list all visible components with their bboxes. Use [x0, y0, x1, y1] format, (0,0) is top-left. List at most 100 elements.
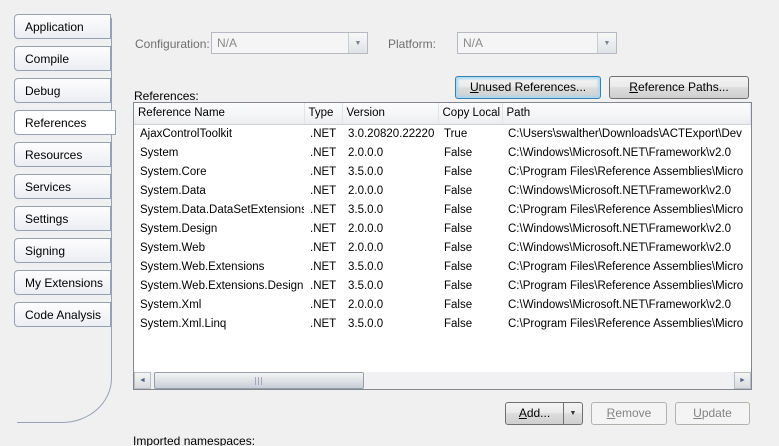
sidebar-tab-debug[interactable]: Debug — [14, 78, 111, 103]
table-cell: False — [438, 314, 502, 333]
table-header-row: Reference Name Type Version Copy Local P… — [134, 103, 751, 124]
reference-paths-button[interactable]: Reference Paths... — [609, 76, 749, 99]
add-dropdown-button[interactable]: ▼ — [564, 402, 583, 425]
table-row[interactable]: System.Web.Extensions.NET3.5.0.0FalseC:\… — [134, 257, 751, 276]
add-button[interactable]: Add... — [505, 402, 564, 425]
remove-button[interactable]: Remove — [591, 402, 667, 425]
column-header-version[interactable]: Version — [342, 103, 438, 124]
table-row[interactable]: System.Web.NET2.0.0.0FalseC:\Windows\Mic… — [134, 238, 751, 257]
configuration-value: N/A — [212, 36, 348, 50]
remove-button-label: Remove — [596, 403, 662, 424]
table-cell: .NET — [304, 295, 342, 314]
table-cell: False — [438, 162, 502, 181]
unused-references-label: Unused References... — [460, 77, 596, 98]
scrollbar-track[interactable] — [151, 372, 734, 389]
column-header-path[interactable]: Path — [502, 103, 751, 124]
table-cell: C:\Windows\Microsoft.NET\Framework\v2.0 — [502, 143, 751, 162]
table-cell: 2.0.0.0 — [342, 143, 438, 162]
column-header-reference-name[interactable]: Reference Name — [134, 103, 304, 124]
table-cell: 2.0.0.0 — [342, 295, 438, 314]
table-row[interactable]: System.Data.DataSetExtensions.NET3.5.0.0… — [134, 200, 751, 219]
table-cell: 3.5.0.0 — [342, 276, 438, 295]
sidebar-tab-services[interactable]: Services — [14, 174, 111, 199]
table-cell: False — [438, 276, 502, 295]
project-properties-window: Application Compile Debug References Resourc… — [0, 0, 779, 446]
add-button-label: Add... — [510, 403, 559, 424]
table-cell: System.Web — [134, 238, 304, 257]
configuration-label: Configuration: — [135, 37, 210, 51]
table-cell: False — [438, 181, 502, 200]
table-cell: .NET — [304, 124, 342, 143]
chevron-down-icon: ▼ — [564, 403, 582, 424]
table-cell: System.Core — [134, 162, 304, 181]
platform-label: Platform: — [388, 37, 436, 51]
table-cell: C:\Windows\Microsoft.NET\Framework\v2.0 — [502, 238, 751, 257]
platform-dropdown[interactable]: N/A ▼ — [457, 32, 617, 54]
chevron-down-icon: ▼ — [597, 33, 616, 53]
scroll-left-button[interactable]: ◄ — [134, 372, 151, 389]
update-button[interactable]: Update — [675, 402, 750, 425]
table-cell: System.Data — [134, 181, 304, 200]
table-cell: 3.5.0.0 — [342, 257, 438, 276]
table-cell: System.Web.Extensions.Design — [134, 276, 304, 295]
table-cell: .NET — [304, 257, 342, 276]
unused-references-button[interactable]: Unused References... — [455, 76, 601, 99]
column-header-copy-local[interactable]: Copy Local — [438, 103, 502, 124]
table-cell: .NET — [304, 314, 342, 333]
sidebar-tab-signing[interactable]: Signing — [14, 238, 111, 263]
table-cell: System.Xml — [134, 295, 304, 314]
sidebar-tab-settings[interactable]: Settings — [14, 206, 111, 231]
table-row[interactable]: System.Design.NET2.0.0.0FalseC:\Windows\… — [134, 219, 751, 238]
table-cell: .NET — [304, 200, 342, 219]
add-button-group: Add... ▼ — [505, 402, 583, 425]
table-cell: 2.0.0.0 — [342, 238, 438, 257]
table-cell: .NET — [304, 238, 342, 257]
imported-namespaces-label: Imported namespaces: — [133, 434, 255, 446]
table-row[interactable]: AjaxControlToolkit.NET3.0.20820.22220Tru… — [134, 124, 751, 143]
scroll-right-button[interactable]: ► — [734, 372, 751, 389]
table-cell: .NET — [304, 143, 342, 162]
sidebar-tab-code-analysis[interactable]: Code Analysis — [14, 302, 111, 327]
table-row[interactable]: System.Core.NET3.5.0.0FalseC:\Program Fi… — [134, 162, 751, 181]
table-cell: 3.5.0.0 — [342, 162, 438, 181]
sidebar-tab-application[interactable]: Application — [14, 14, 111, 39]
table-cell: C:\Program Files\Reference Assemblies\Mi… — [502, 257, 751, 276]
table-cell: .NET — [304, 219, 342, 238]
table-cell: System.Xml.Linq — [134, 314, 304, 333]
table-cell: AjaxControlToolkit — [134, 124, 304, 143]
table-cell: 3.5.0.0 — [342, 200, 438, 219]
table-row[interactable]: System.NET2.0.0.0FalseC:\Windows\Microso… — [134, 143, 751, 162]
sidebar-tab-references[interactable]: References — [14, 110, 116, 135]
horizontal-scrollbar[interactable]: ◄ ► — [134, 372, 751, 389]
table-cell: False — [438, 257, 502, 276]
table-cell: False — [438, 219, 502, 238]
table-row[interactable]: System.Xml.NET2.0.0.0FalseC:\Windows\Mic… — [134, 295, 751, 314]
sidebar-tab-resources[interactable]: Resources — [14, 142, 111, 167]
chevron-down-icon: ▼ — [348, 33, 367, 53]
table-row[interactable]: System.Xml.Linq.NET3.5.0.0FalseC:\Progra… — [134, 314, 751, 333]
table-cell: System — [134, 143, 304, 162]
table-cell: C:\Program Files\Reference Assemblies\Mi… — [502, 276, 751, 295]
table-cell: C:\Program Files\Reference Assemblies\Mi… — [502, 314, 751, 333]
table-cell: .NET — [304, 276, 342, 295]
scrollbar-thumb[interactable] — [154, 372, 364, 389]
table-cell: System.Data.DataSetExtensions — [134, 200, 304, 219]
references-label: References: — [134, 89, 199, 103]
table-cell: System.Web.Extensions — [134, 257, 304, 276]
table-row[interactable]: System.Web.Extensions.Design.NET3.5.0.0F… — [134, 276, 751, 295]
table-cell: C:\Program Files\Reference Assemblies\Mi… — [502, 200, 751, 219]
platform-value: N/A — [458, 36, 597, 50]
table-cell: False — [438, 238, 502, 257]
table-cell: False — [438, 295, 502, 314]
table-cell: True — [438, 124, 502, 143]
configuration-dropdown[interactable]: N/A ▼ — [211, 32, 368, 54]
sidebar-tab-compile[interactable]: Compile — [14, 46, 111, 71]
table-cell: .NET — [304, 181, 342, 200]
column-header-type[interactable]: Type — [304, 103, 342, 124]
references-table: Reference Name Type Version Copy Local P… — [133, 102, 752, 390]
sidebar-tab-my-extensions[interactable]: My Extensions — [14, 270, 111, 295]
table-cell: 2.0.0.0 — [342, 219, 438, 238]
table-cell: 2.0.0.0 — [342, 181, 438, 200]
table-cell: .NET — [304, 162, 342, 181]
table-row[interactable]: System.Data.NET2.0.0.0FalseC:\Windows\Mi… — [134, 181, 751, 200]
